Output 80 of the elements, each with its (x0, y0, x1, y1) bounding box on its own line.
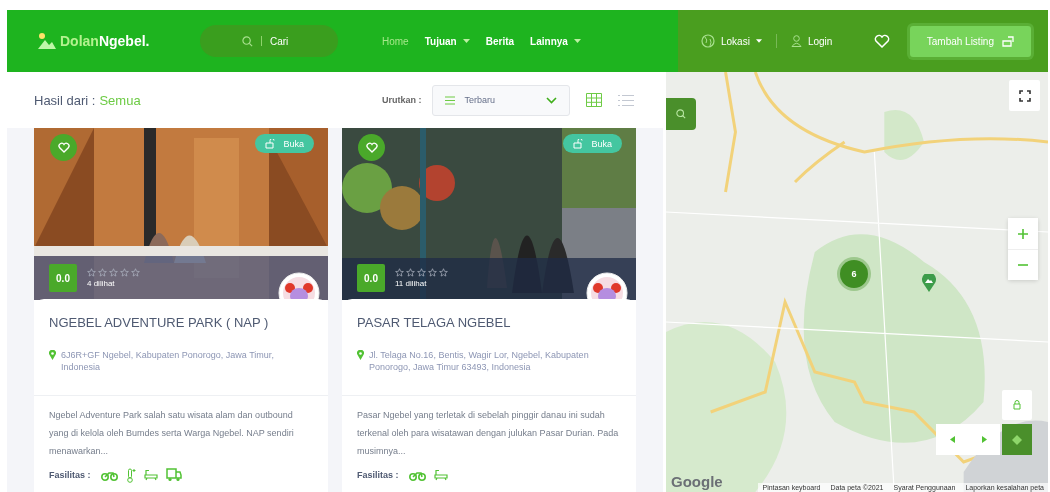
view-count: 11 dilihat (395, 279, 428, 288)
map-lock-button[interactable] (1002, 390, 1032, 420)
plus-icon (1018, 228, 1028, 239)
right-arrow-icon (981, 436, 987, 443)
my-location-button[interactable] (1002, 424, 1032, 455)
listing-description: Ngebel Adventure Park salah satu wisata alam dan outbound yang di kelola oleh Bumdes serta Warga Ngebel. NAP sendiri menawarkan... (49, 409, 295, 458)
star-icon (109, 268, 118, 277)
left-arrow-icon (949, 436, 955, 443)
truck-icon (165, 468, 182, 482)
facilities-label: Fasilitas : (49, 470, 91, 480)
sort-select[interactable]: Terbaru (431, 84, 570, 116)
bathtub-icon (143, 469, 158, 481)
location-pin-icon (49, 350, 56, 360)
star-icon (417, 268, 426, 277)
user-icon (790, 35, 802, 47)
star-icon (439, 268, 448, 277)
search-icon (676, 109, 686, 119)
location-menu[interactable]: Lokasi (701, 34, 762, 48)
status-badge: Buka (563, 134, 622, 153)
star-icon (428, 268, 437, 277)
list-icon (444, 95, 455, 105)
heart-icon[interactable] (874, 34, 891, 48)
rating-score: 0.0 (49, 264, 77, 292)
motorbike-icon (408, 469, 426, 481)
search-input[interactable]: Cari (270, 35, 330, 47)
view-count: 4 dilihat (87, 279, 116, 288)
sort-label: Urutkan : (382, 95, 422, 105)
star-icon (87, 268, 96, 277)
zoom-in-button[interactable] (1008, 218, 1038, 249)
lock-icon (573, 138, 586, 149)
heart-icon (365, 142, 378, 153)
map-logo: Google (670, 473, 723, 492)
facilities-label: Fasilitas : (357, 470, 399, 480)
results-prefix: Hasil dari : (34, 92, 96, 108)
nav-link[interactable]: Lainnya (530, 35, 581, 47)
thermometer-icon (125, 467, 136, 483)
previous-button[interactable] (936, 424, 968, 455)
search-field[interactable]: Cari (200, 25, 338, 57)
results-filter: Semua (99, 92, 141, 108)
motorbike-icon (100, 469, 118, 481)
list-view-icon[interactable] (617, 93, 634, 107)
listing-address: Jl. Telaga No.16, Bentis, Wagir Lor, Ngebel, Kabupaten Ponorogo, Jawa Timur 63493, Indonesia (369, 349, 590, 373)
mountain-marker-icon (922, 274, 936, 292)
listing-description: Pasar Ngebel yang terletak di sebelah pinggir danau ini sudah terkenal oleh para wisatawan dengan julukan Pasar Durian. Pada musimnya... (357, 409, 620, 458)
fullscreen-icon (1018, 89, 1031, 102)
brand-name-first[interactable]: Dolan (60, 33, 99, 49)
brand-name-second[interactable]: Ngebel. (98, 33, 150, 49)
fullscreen-button[interactable] (1009, 80, 1040, 111)
minus-icon (1018, 264, 1028, 266)
listing-address: 6J6R+GF Ngebel, Kabupaten Ponorogo, Jawa Timur, Indonesia (61, 349, 275, 373)
nav-link[interactable]: Home (382, 35, 409, 47)
globe-icon (701, 34, 715, 48)
chevron-down-icon (545, 96, 557, 104)
listing-title[interactable]: PASAR TELAGA NGEBEL (357, 299, 621, 349)
star-icon (120, 268, 129, 277)
nav-link[interactable]: Berita (485, 35, 515, 47)
login-link[interactable]: Login (790, 35, 833, 47)
add-listing-button[interactable]: Tambah Listing (910, 25, 1032, 57)
star-icon (131, 268, 140, 277)
diamond-icon (1012, 434, 1022, 445)
star-icon (98, 268, 107, 277)
add-icon (1002, 35, 1015, 47)
lock-icon (1013, 400, 1021, 410)
location-pin-icon (357, 350, 364, 360)
heart-icon (57, 142, 70, 153)
caret-icon (755, 39, 762, 43)
map-search-button[interactable] (666, 98, 696, 130)
grid-view-icon[interactable] (585, 93, 602, 107)
rating-score: 0.0 (357, 264, 385, 292)
logo-icon (37, 32, 57, 50)
nav-link[interactable]: Tujuan (424, 35, 470, 47)
star-icon (406, 268, 415, 277)
lock-icon (265, 138, 278, 149)
zoom-out-button[interactable] (1008, 249, 1038, 280)
status-badge: Buka (255, 134, 314, 153)
next-button[interactable] (968, 424, 1000, 455)
search-icon (242, 35, 253, 47)
bathtub-icon (433, 469, 448, 481)
listing-title[interactable]: NGEBEL ADVENTURE PARK ( NAP ) (49, 299, 313, 349)
star-icon (395, 268, 404, 277)
